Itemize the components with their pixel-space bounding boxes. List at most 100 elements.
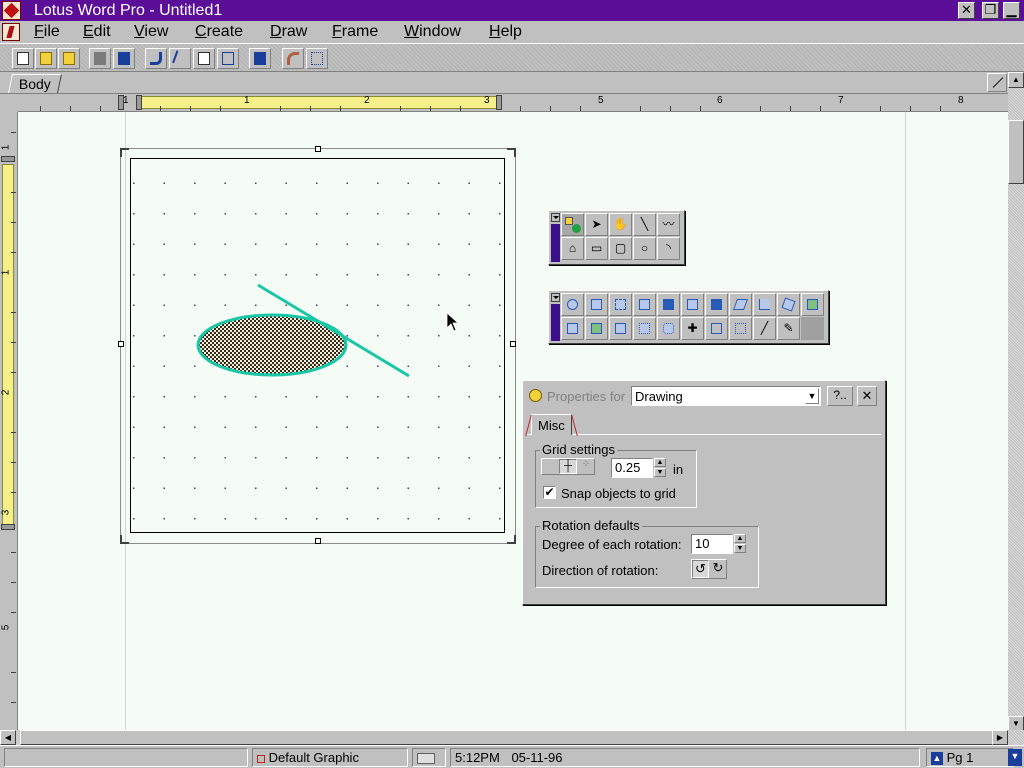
paste-button[interactable] [217,48,239,69]
bring-front-icon[interactable] [633,293,656,316]
chevron-down-icon[interactable]: ▼ [805,388,819,404]
edit-points-icon[interactable]: ╱ [753,317,776,340]
send-back-icon[interactable] [657,293,680,316]
horizontal-ruler[interactable]: 1 1 2 3 5 6 7 8 [18,94,1008,112]
top-margin-marker[interactable] [1,156,15,162]
scroll-up-icon[interactable]: ▲ [1008,72,1024,88]
select-shapes-icon[interactable] [561,213,584,236]
polyline-icon[interactable]: 〰 [657,213,680,236]
ruler-text-area [138,96,502,109]
spin-down-icon[interactable]: ▼ [734,544,746,553]
polygon-icon[interactable]: ⌂ [561,237,584,260]
cut-button[interactable] [169,48,191,69]
center-icon[interactable]: ✚ [681,317,704,340]
vertical-ruler[interactable]: 1 1 2 3 5 [0,112,18,730]
new-document-button[interactable] [12,48,34,69]
indent-marker[interactable] [136,95,142,110]
document-control-icon[interactable] [2,23,20,41]
grid-spacing-input[interactable]: 0.25 [611,458,653,478]
rotate-icon[interactable] [777,293,800,316]
edit-mode-panel[interactable] [412,748,446,767]
rotate-clockwise-icon[interactable]: ↻ [710,560,726,578]
distribute-icon[interactable] [561,317,584,340]
app-icon[interactable] [2,1,21,20]
hand-icon[interactable]: ✋ [609,213,632,236]
group-icon[interactable] [585,293,608,316]
align-icon[interactable] [753,293,776,316]
rectangle-icon[interactable]: ▭ [585,237,608,260]
horizontal-scrollbar[interactable]: ◀ ▶ [0,730,1024,745]
copy-button[interactable] [193,48,215,69]
right-margin-marker[interactable] [496,95,502,110]
grid-type-selector[interactable]: ┼ ⁘ [541,458,595,475]
grid-spacing-spinner[interactable]: ▲ ▼ [654,458,668,478]
show-grid-icon[interactable] [729,317,752,340]
arc-icon[interactable]: ◝ [657,237,680,260]
vertical-scrollbar[interactable]: ▲ ▼ [1008,72,1024,745]
ellipse-icon[interactable]: ○ [633,237,656,260]
palette-menu-icon[interactable] [551,213,560,222]
split-icon[interactable] [609,317,632,340]
close-icon[interactable]: ✕ [958,2,975,19]
send-backward-icon[interactable] [705,293,728,316]
style-panel[interactable]: Default Graphic [252,748,408,767]
rotate-counterclockwise-icon[interactable]: ↺ [692,560,709,578]
menu-help[interactable]: Help [485,22,526,42]
vertical-scroll-thumb[interactable] [1008,120,1024,184]
spin-down-icon[interactable]: ▼ [654,468,666,477]
view-button[interactable] [249,48,271,69]
scroll-left-icon[interactable]: ◀ [0,730,16,745]
grid-icon[interactable] [633,317,656,340]
draw-tool-button[interactable] [282,48,304,69]
menu-edit[interactable]: Edit [79,22,115,42]
preview-button[interactable] [113,48,135,69]
scroll-right-icon[interactable]: ▶ [992,730,1008,745]
page-panel[interactable]: ▲ Pg 1 [926,748,1014,767]
line-icon[interactable]: ╲ [633,213,656,236]
snap-icon[interactable] [657,317,680,340]
rotation-direction-toggle[interactable]: ↺ ↻ [691,559,727,579]
spin-up-icon[interactable]: ▲ [734,534,746,543]
combine-icon[interactable] [585,317,608,340]
flip-icon[interactable] [729,293,752,316]
bring-forward-icon[interactable] [681,293,704,316]
menu-draw[interactable]: Draw [266,22,311,42]
help-button[interactable]: ?.. [827,386,853,406]
menu-create[interactable]: Create [191,22,247,42]
ungroup-icon[interactable] [609,293,632,316]
rotation-degree-spinner[interactable]: ▲ ▼ [734,534,748,554]
grid-dot-icon[interactable]: ⁘ [578,459,594,474]
menu-frame[interactable]: Frame [328,22,382,42]
menu-file[interactable]: File [30,22,64,42]
close-button[interactable]: ✕ [857,386,877,406]
menu-window[interactable]: Window [400,22,465,42]
open-smartmaster-button[interactable] [58,48,80,69]
minimize-icon[interactable]: ▁ [1003,2,1020,19]
undo-button[interactable] [145,48,167,69]
show-tabs-button[interactable] [987,73,1007,92]
rounded-rectangle-icon[interactable]: ▢ [609,237,632,260]
rotation-degree-input[interactable]: 10 [691,534,733,554]
spin-up-icon[interactable]: ▲ [654,458,666,467]
arrow-icon[interactable]: ➤ [585,213,608,236]
bottom-margin-marker[interactable] [1,524,15,530]
menu-view[interactable]: View [130,22,172,42]
snap-checkbox[interactable]: ✔ [543,486,556,499]
zoom-icon[interactable] [561,293,584,316]
print-button[interactable] [89,48,111,69]
pen-icon[interactable]: ✎ [777,317,800,340]
page-down-icon[interactable]: ▼ [1008,749,1022,766]
tab-misc[interactable]: Misc [531,414,572,435]
frame-icon[interactable] [705,317,728,340]
grid-button[interactable] [306,48,328,69]
palette-menu-icon[interactable] [551,293,560,302]
horizontal-scroll-thumb[interactable] [20,730,1004,745]
restore-icon[interactable]: ❐ [982,2,999,19]
properties-target-select[interactable]: Drawing ▼ [631,386,821,406]
page-up-icon[interactable]: ▲ [931,752,943,766]
tab-body[interactable]: Body [7,74,62,93]
grid-cross-icon[interactable]: ┼ [559,459,577,474]
datetime-panel[interactable]: 5:12PM 05-11-96 [450,748,920,767]
open-button[interactable] [35,48,57,69]
extract-icon[interactable] [801,293,824,316]
